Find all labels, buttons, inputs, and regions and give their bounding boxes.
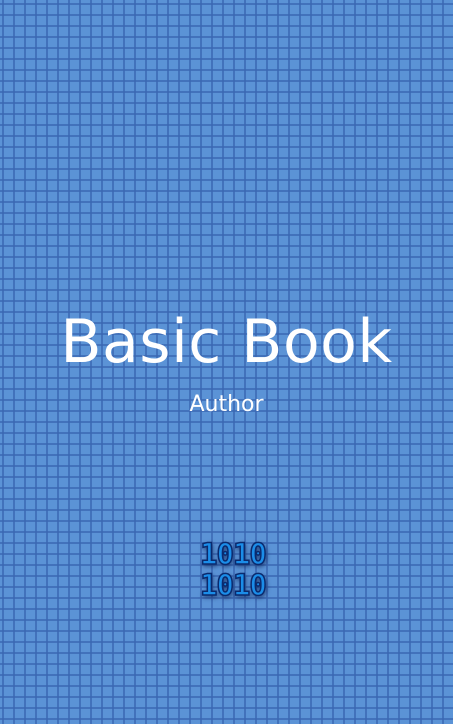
binary-row-2: 1010 bbox=[199, 568, 267, 602]
binary-code-icon: 1010 1010 bbox=[199, 537, 267, 602]
book-cover: Basic Book Author 1010 1010 bbox=[0, 0, 453, 724]
binary-row-1: 1010 bbox=[199, 537, 267, 571]
book-title: Basic Book bbox=[60, 307, 393, 377]
book-author: Author bbox=[189, 392, 264, 417]
